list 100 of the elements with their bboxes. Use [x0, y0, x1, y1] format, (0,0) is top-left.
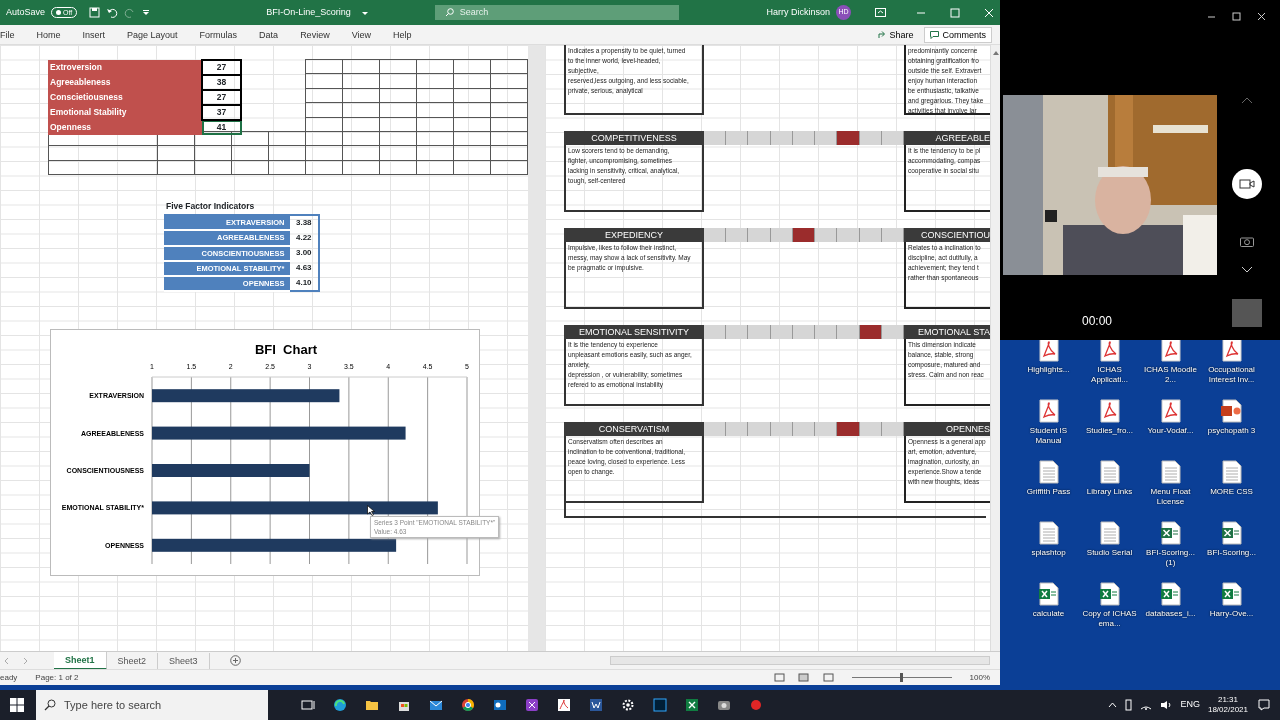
desktop-icon-label[interactable]: Studies_fro...: [1080, 426, 1139, 436]
close-icon[interactable]: [1257, 12, 1266, 21]
camera-app-icon[interactable]: [717, 698, 731, 712]
ribbon-tab[interactable]: Review: [289, 25, 341, 44]
pdf-file-icon[interactable]: [1159, 399, 1182, 423]
browser-icon[interactable]: [333, 698, 347, 712]
desktop-icon-label[interactable]: databases_i...: [1141, 609, 1200, 619]
ribbon-tab[interactable]: Formulas: [188, 25, 249, 44]
spreadsheet-file-icon[interactable]: [1098, 582, 1121, 606]
customize-icon[interactable]: [142, 8, 151, 17]
pdf-file-icon[interactable]: [1037, 399, 1060, 423]
sheet-tab[interactable]: Sheet1: [54, 651, 107, 670]
indicator-value: 3.00: [289, 245, 319, 261]
desktop-icon-label[interactable]: Menu Float License: [1141, 487, 1200, 507]
sheet-tab[interactable]: Sheet3: [158, 652, 210, 669]
undo-icon[interactable]: [106, 7, 119, 18]
add-sheet-icon[interactable]: [229, 655, 241, 666]
desktop-icon-label[interactable]: MORE CSS: [1202, 487, 1261, 497]
tray-expand-icon[interactable]: [1108, 702, 1118, 708]
desktop-icon-label[interactable]: BFI-Scoring... (1): [1141, 548, 1200, 568]
desktop-icon-label[interactable]: Griffith Pass: [1019, 487, 1078, 497]
chart-title: BFI Chart: [254, 342, 318, 357]
chevron-down-icon[interactable]: [1241, 266, 1253, 274]
mail-icon[interactable]: [429, 698, 443, 712]
language-indicator[interactable]: ENG: [1180, 698, 1200, 712]
scale-header: EXPEDIENCY: [564, 228, 704, 242]
desktop-icon-label[interactable]: calculate: [1019, 609, 1078, 619]
pdf-file-icon[interactable]: [1159, 338, 1182, 362]
ribbon-tab[interactable]: Insert: [71, 25, 117, 44]
clock-time[interactable]: 21:31: [1207, 695, 1248, 705]
ribbon-tab[interactable]: View: [340, 25, 382, 44]
sheet-tab[interactable]: Sheet2: [106, 652, 159, 669]
task-view-icon[interactable]: [301, 698, 315, 712]
page-count: Page: 1 of 2: [35, 671, 79, 684]
record-app-icon[interactable]: [749, 698, 763, 712]
view-mode-icons[interactable]: [773, 673, 834, 682]
score-label: Extroversion: [48, 60, 202, 75]
volume-icon[interactable]: [1160, 700, 1173, 710]
spreadsheet-file-icon[interactable]: [1220, 521, 1243, 545]
score-cell[interactable]: 27: [202, 90, 241, 105]
text-file-icon[interactable]: [1037, 521, 1060, 545]
desktop-icon-label[interactable]: Student IS Manual: [1019, 426, 1078, 446]
pdf-file-icon[interactable]: [1220, 338, 1243, 362]
taskbar-search-field[interactable]: Type here to search: [36, 690, 268, 720]
score-label: Openness: [48, 120, 202, 135]
score-cell[interactable]: 38: [202, 75, 241, 90]
text-file-icon[interactable]: [1098, 460, 1121, 484]
pdf-file-icon[interactable]: [1037, 338, 1060, 362]
text-file-icon[interactable]: [1159, 460, 1182, 484]
spreadsheet-file-icon[interactable]: [1037, 582, 1060, 606]
desktop-icon-label[interactable]: Library Links: [1080, 487, 1139, 497]
battery-icon[interactable]: [1125, 699, 1133, 711]
desktop-icon-label[interactable]: ICHAS Moodle 2...: [1141, 365, 1200, 385]
folder-icon[interactable]: [365, 698, 379, 712]
chevron-up-icon[interactable]: [1241, 96, 1253, 104]
pdf-file-icon[interactable]: [1098, 399, 1121, 423]
pdf-file-icon[interactable]: [1098, 338, 1121, 362]
ribbon-display-icon[interactable]: [875, 8, 886, 17]
desktop-icon-label[interactable]: Copy of ICHAS ema...: [1080, 609, 1139, 629]
desktop-icon-label[interactable]: Occupational Interest Inv...: [1202, 365, 1261, 385]
score-cell[interactable]: 37: [202, 105, 241, 120]
scroll-up-icon[interactable]: [992, 50, 1000, 56]
save-icon[interactable]: [89, 7, 101, 18]
ribbon-tab[interactable]: Data: [248, 25, 290, 44]
gear-icon[interactable]: [621, 698, 635, 712]
camera-icon[interactable]: [1240, 236, 1254, 247]
ribbon-tab[interactable]: File: [0, 25, 26, 44]
clock-date[interactable]: 18/02/2021: [1207, 705, 1248, 715]
text-file-icon[interactable]: [1220, 460, 1243, 484]
ribbon-tab[interactable]: Help: [382, 25, 423, 44]
presentation-file-icon[interactable]: [1220, 399, 1243, 423]
text-file-icon[interactable]: [1037, 460, 1060, 484]
video-camera-button[interactable]: [1232, 169, 1262, 199]
ribbon-tab[interactable]: Page Layout: [116, 25, 189, 44]
spreadsheet-file-icon[interactable]: [1159, 582, 1182, 606]
maximize-icon[interactable]: [1232, 12, 1241, 21]
desktop-icon-label[interactable]: Studio Serial: [1080, 548, 1139, 558]
spreadsheet-file-icon[interactable]: [1159, 521, 1182, 545]
desktop-icon-label[interactable]: psychopath 3: [1202, 426, 1261, 436]
start-icon[interactable]: [10, 698, 24, 712]
horizontal-scrollbar[interactable]: [610, 656, 990, 665]
score-cell[interactable]: 41: [202, 120, 241, 135]
zoom-thumb[interactable]: [900, 673, 904, 682]
desktop-icon-label[interactable]: Highlights...: [1019, 365, 1078, 375]
spreadsheet-file-icon[interactable]: [1220, 582, 1243, 606]
score-cell[interactable]: 27: [202, 60, 241, 75]
notification-icon[interactable]: [1258, 699, 1270, 711]
vertical-scrollbar[interactable]: [990, 45, 1000, 651]
desktop-icon-label[interactable]: Your-Vodaf...: [1141, 426, 1200, 436]
desktop-icon-label[interactable]: ICHAS Applicati...: [1080, 365, 1139, 385]
ribbon-tab[interactable]: Home: [25, 25, 72, 44]
desktop-icon-label[interactable]: splashtop: [1019, 548, 1078, 558]
file-name[interactable]: BFI-On-Line_Scoring: [266, 6, 351, 17]
share-button[interactable]: Share: [873, 27, 919, 42]
desktop-icon-label[interactable]: BFI-Scoring...: [1202, 548, 1261, 558]
scale-header: COMPETITIVENESS: [564, 131, 704, 145]
desktop-icon-label[interactable]: Harry-Ove...: [1202, 609, 1261, 619]
pdf-app-icon[interactable]: [557, 698, 571, 712]
text-file-icon[interactable]: [1098, 521, 1121, 545]
comments-button[interactable]: Comments: [924, 26, 992, 43]
